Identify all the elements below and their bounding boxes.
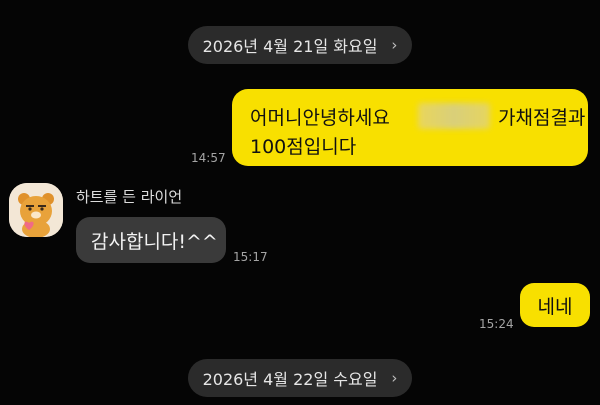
- date-divider-apr-21[interactable]: 2026년 4월 21일 화요일 ›: [188, 26, 412, 64]
- date-label: 2026년 4월 21일 화요일: [202, 37, 378, 56]
- avatar[interactable]: [9, 183, 63, 237]
- message-text: 네네: [537, 295, 573, 318]
- date-divider-apr-22[interactable]: 2026년 4월 22일 수요일 ›: [188, 359, 412, 397]
- blurred-name-redaction: [418, 103, 490, 129]
- sender-name: 하트를 든 라이언: [76, 188, 183, 206]
- my-message-bubble[interactable]: 어머니안녕하세요 가채점결과 100점입니다: [232, 89, 588, 166]
- message-time: 14:57: [191, 151, 226, 165]
- message-text-line2: 100점입니다: [250, 136, 357, 158]
- their-message-bubble[interactable]: 감사합니다!^^: [76, 217, 226, 263]
- chevron-right-icon: ›: [391, 369, 398, 387]
- message-text-line1: 어머니안녕하세요: [250, 107, 390, 129]
- my-message-bubble[interactable]: 네네: [520, 283, 590, 327]
- message-text: 감사합니다!^^: [91, 230, 218, 253]
- date-label: 2026년 4월 22일 수요일: [202, 370, 378, 389]
- message-time: 15:17: [233, 250, 268, 264]
- ryan-heart-avatar-icon: [9, 183, 63, 237]
- message-time: 15:24: [479, 317, 514, 331]
- chevron-right-icon: ›: [391, 36, 398, 54]
- message-text-line1-end: 가채점결과: [498, 107, 586, 129]
